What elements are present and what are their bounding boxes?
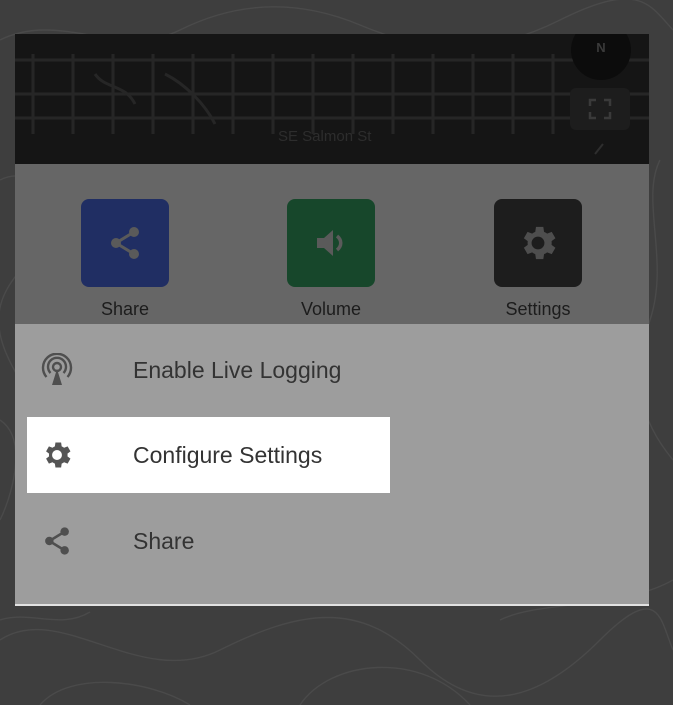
volume-action-tile[interactable] [287,199,375,287]
settings-action-tile[interactable] [494,199,582,287]
share-action-label: Share [100,299,150,319]
gear-icon [39,437,75,473]
volume-icon [317,230,343,256]
compass-north-label: N [596,40,606,55]
fullscreen-icon [588,98,612,120]
dimmed-app-window: SE Salmon St N Share Volume Settings Ena… [15,34,649,606]
volume-action[interactable]: Volume [286,199,376,320]
share-icon [39,523,75,559]
settings-action[interactable]: Settings [493,199,583,320]
quick-actions-row: Share Volume Settings [15,164,649,324]
share-icon [111,227,139,259]
share-action-tile[interactable] [81,199,169,287]
gear-icon [523,226,556,260]
settings-action-label: Settings [505,299,571,319]
menu-item-configure-settings[interactable]: Configure Settings [27,417,390,493]
menu-item-label: Configure Settings [133,441,323,468]
map-view: SE Salmon St N [15,34,649,164]
menu-item-share[interactable]: Share [27,503,390,579]
live-broadcast-icon [39,352,75,388]
menu-item-label: Enable Live Logging [133,356,342,383]
context-menu-sheet: Enable Live Logging Configure Settings S… [15,324,649,606]
menu-item-enable-live-logging[interactable]: Enable Live Logging [27,332,390,408]
fullscreen-button[interactable] [570,88,630,130]
menu-item-label: Share [133,527,195,554]
map-attribution-icon [594,143,604,155]
share-action[interactable]: Share [80,199,170,320]
street-label: SE Salmon St [278,128,372,145]
volume-action-label: Volume [300,299,362,319]
